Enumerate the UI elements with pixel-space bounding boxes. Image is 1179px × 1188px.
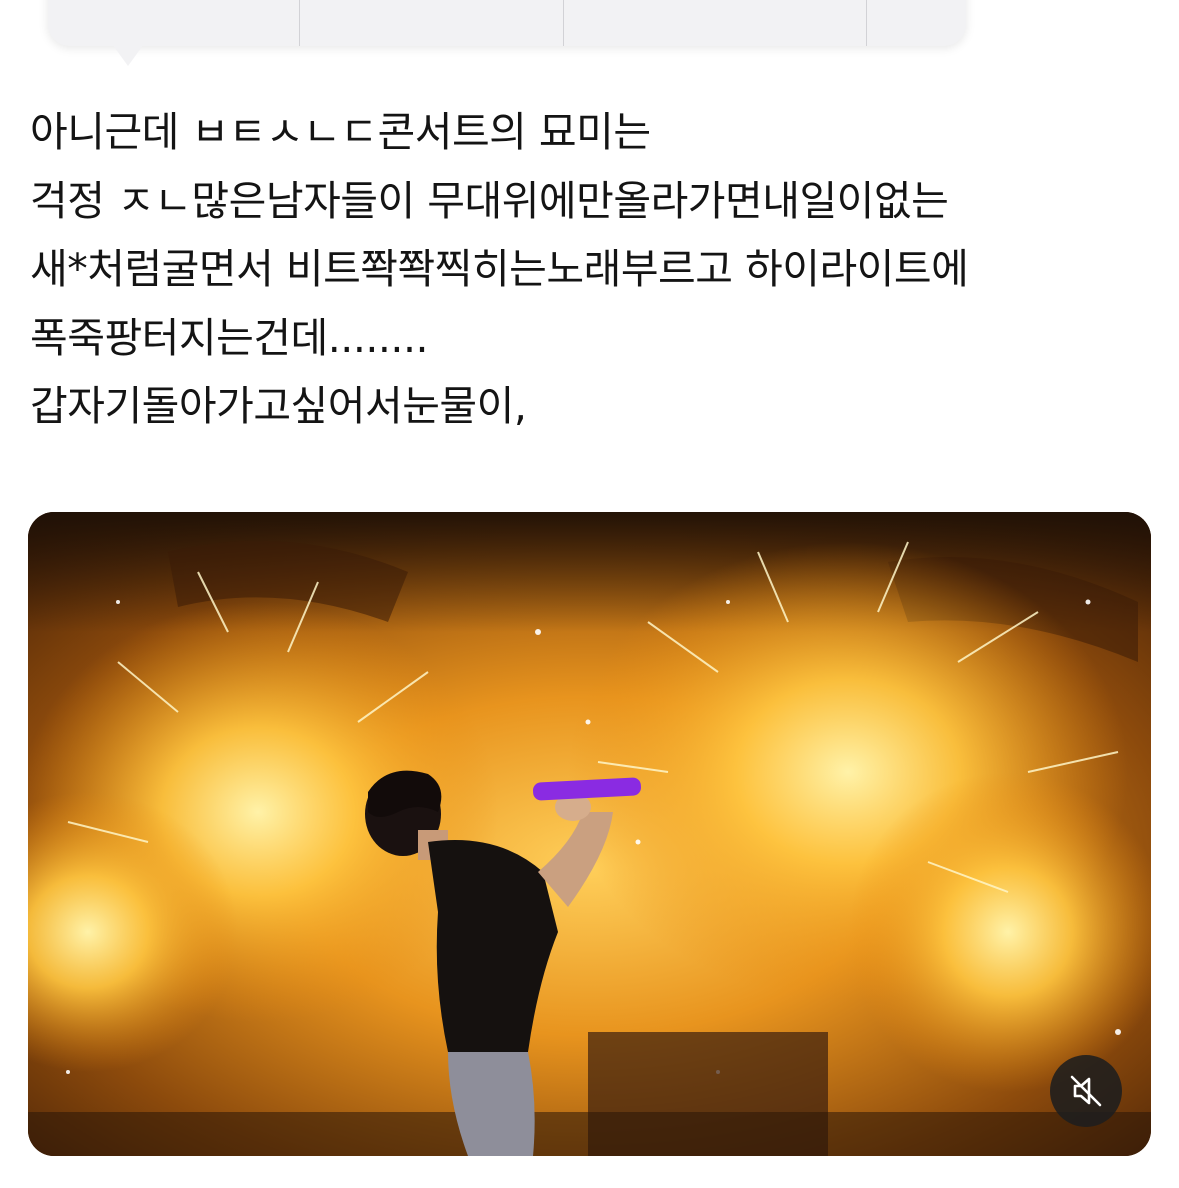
- context-menu-more[interactable]: [867, 0, 966, 46]
- post-view: 아니근데 ㅂㅌㅅㄴㄷ콘서트의 묘미는 걱정 ㅈㄴ많은남자들이 무대위에만올라가면…: [0, 0, 1179, 1188]
- post-line: 새*처럼굴면서 비트쫙쫙찍히는노래부르고 하이라이트에: [30, 245, 969, 293]
- context-menu-item[interactable]: [564, 0, 867, 46]
- context-menu: [48, 0, 966, 46]
- video-frame: [28, 512, 1151, 1156]
- context-menu-arrow: [112, 44, 144, 66]
- post-line: 걱정 ㅈㄴ많은남자들이 무대위에만올라가면내일이없는: [30, 176, 949, 225]
- speaker-muted-icon: [1070, 1075, 1102, 1107]
- post-line: 폭죽팡터지는건데........: [30, 313, 429, 362]
- post-line: 갑자기돌아가고싶어서눈물이,: [30, 382, 527, 430]
- context-menu-item[interactable]: [300, 0, 564, 46]
- mute-button[interactable]: [1050, 1055, 1122, 1127]
- video-player[interactable]: [28, 512, 1151, 1156]
- post-body: 아니근데 ㅂㅌㅅㄴㄷ콘서트의 묘미는 걱정 ㅈㄴ많은남자들이 무대위에만올라가면…: [30, 98, 1160, 441]
- post-line: 아니근데 ㅂㅌㅅㄴㄷ콘서트의 묘미는: [30, 108, 651, 156]
- context-menu-item[interactable]: [48, 0, 300, 46]
